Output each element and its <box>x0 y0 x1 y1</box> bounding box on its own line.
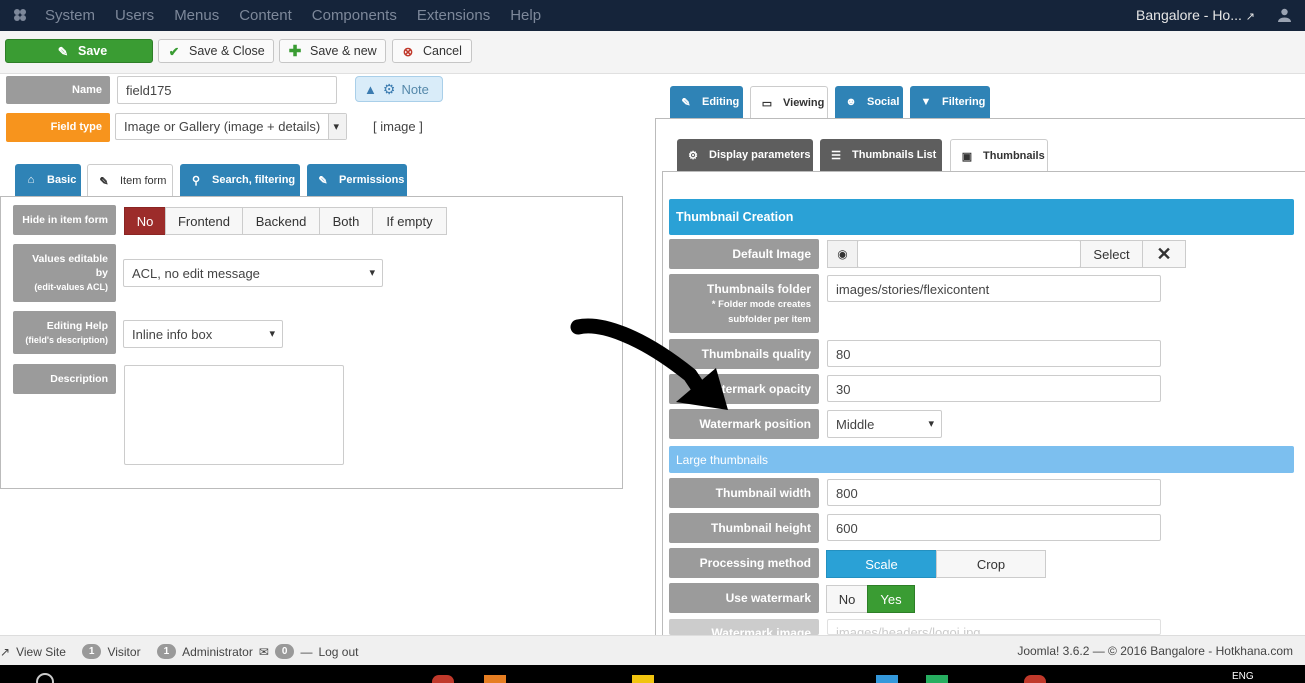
logout-link[interactable]: Log out <box>318 645 358 659</box>
arrow-shaft <box>570 318 708 398</box>
minus-icon: — <box>300 644 313 659</box>
search-icon[interactable] <box>36 673 54 683</box>
view-site-link[interactable]: View Site <box>16 645 66 659</box>
language-indicator[interactable]: ENG <box>1232 671 1254 682</box>
annotation-arrow <box>570 318 728 410</box>
app-icon[interactable] <box>876 675 898 683</box>
admin-label[interactable]: Administrator <box>182 645 253 659</box>
app-icon[interactable] <box>926 675 948 683</box>
external-link-icon: ↗ <box>0 644 11 659</box>
folder-icon[interactable] <box>632 675 654 683</box>
admin-count-badge: 1 <box>156 644 177 659</box>
status-left: ↗ View Site 1 Visitor 1 Administrator ✉ … <box>0 644 358 659</box>
status-bar: ↗ View Site 1 Visitor 1 Administrator ✉ … <box>0 635 1305 665</box>
os-taskbar: ENG <box>0 665 1305 683</box>
app-icon[interactable] <box>1024 675 1046 683</box>
chrome-app-icon[interactable] <box>432 675 454 683</box>
app-icon[interactable] <box>484 675 506 683</box>
message-count-badge[interactable]: 0 <box>274 644 295 659</box>
copyright-text: Joomla! 3.6.2 — © 2016 Bangalore - Hotkh… <box>1017 644 1293 658</box>
envelope-icon: ✉ <box>258 644 269 659</box>
visitor-label[interactable]: Visitor <box>107 645 140 659</box>
visitor-count-badge: 1 <box>81 644 102 659</box>
